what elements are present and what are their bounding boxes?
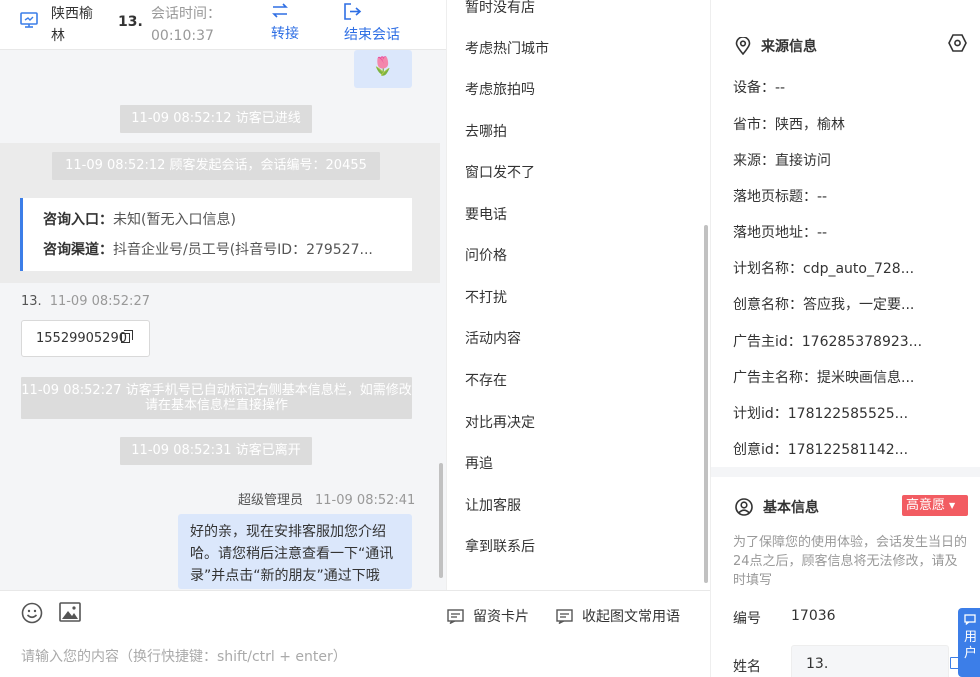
visitor-location: 陕西榆林 bbox=[51, 6, 93, 44]
end-session-label: 结束会话 bbox=[344, 27, 400, 43]
session-time: 会话时间： 00:10:37 bbox=[151, 3, 241, 47]
customer-info-panel: 来源信息 设备：-- 省市：陕西，榆林 来源：直接访问 落地页标题：-- 落地页… bbox=[710, 0, 980, 677]
name-label: 姓名 bbox=[733, 659, 761, 675]
consult-channel-row: 咨询渠道：抖音企业号/员工号(抖音号ID：279527... bbox=[43, 239, 407, 269]
chat-panel: 陕西榆林 13. 会话时间： 00:10:37 转接 结束会话 🌷 11-09 … bbox=[0, 0, 446, 677]
message-list[interactable]: 🌷 11-09 08:52:12 访客已进线 11-09 08:52:12 顾客… bbox=[0, 50, 446, 590]
chat-scrollbar[interactable] bbox=[439, 463, 443, 578]
message-input[interactable]: 请输入您的内容（换行快捷键：shift/ctrl + enter） bbox=[21, 646, 347, 666]
agent-message: 好的亲，现在安排客服加您介绍哈。请您稍后注意查看一下“通讯录”并点击“新的朋友”… bbox=[178, 514, 412, 589]
system-message: 11-09 08:52:12 顾客发起会话，会话编号：20455 bbox=[52, 152, 380, 180]
consult-entry-row: 咨询入口：未知(暂无入口信息) bbox=[43, 209, 407, 239]
id-label: 编号 bbox=[733, 611, 761, 627]
agent-message-meta: 超级管理员 11-09 08:52:41 bbox=[238, 489, 415, 508]
quick-reply-item[interactable]: 去哪拍 bbox=[465, 121, 507, 141]
image-icon[interactable] bbox=[59, 602, 81, 622]
session-time-value: 00:10:37 bbox=[151, 28, 214, 44]
source-info-title: 来源信息 bbox=[735, 36, 817, 56]
emoji-message: 🌷 bbox=[354, 50, 412, 88]
emoji-icon[interactable] bbox=[21, 602, 43, 624]
collapse-quick-replies-label: 收起图文常用语 bbox=[582, 609, 680, 625]
source-row: 落地页地址：-- bbox=[733, 225, 828, 241]
exit-icon bbox=[344, 3, 362, 20]
source-row: 广告主id：176285378923... bbox=[733, 334, 923, 350]
quick-reply-list: 暂时没有店 考虑热门城市 考虑旅拍吗 去哪拍 窗口发不了 要电话 问价格 不打扰… bbox=[446, 0, 710, 590]
edit-deadline-note: 为了保障您的使用体验，会话发生当日的24点之后，顾客信息将无法修改，请及时填写 bbox=[733, 535, 968, 588]
consult-entry-value: 未知(暂无入口信息) bbox=[113, 212, 236, 228]
quick-reply-item[interactable]: 再追 bbox=[465, 453, 493, 473]
source-row: 省市：陕西，榆林 bbox=[733, 117, 845, 133]
quick-reply-item[interactable]: 暂时没有店 bbox=[465, 0, 535, 17]
intent-level-value: 高意愿 bbox=[906, 498, 946, 513]
consult-entry-key: 咨询入口： bbox=[43, 212, 113, 228]
consult-info-card: 咨询入口：未知(暂无入口信息) 咨询渠道：抖音企业号/员工号(抖音号ID：279… bbox=[20, 198, 412, 271]
sender-name: 超级管理员 bbox=[238, 493, 304, 508]
transfer-button[interactable]: 转接 bbox=[271, 3, 299, 43]
source-row: 创意id：178122581142... bbox=[733, 442, 909, 458]
user-circle-icon bbox=[735, 498, 753, 516]
quick-reply-item[interactable]: 窗口发不了 bbox=[465, 162, 535, 182]
source-row: 来源：直接访问 bbox=[733, 153, 831, 169]
quick-reply-item[interactable]: 考虑旅拍吗 bbox=[465, 79, 535, 99]
message-card-icon bbox=[556, 608, 573, 624]
user-floating-tab[interactable]: 用户 bbox=[958, 608, 980, 677]
system-message: 11-09 08:52:31 访客已离开 bbox=[120, 437, 312, 465]
system-message: 11-09 08:52:12 访客已进线 bbox=[120, 105, 312, 133]
transfer-label: 转接 bbox=[271, 26, 299, 42]
quick-reply-item[interactable]: 活动内容 bbox=[465, 328, 521, 348]
sender-name: 13. bbox=[21, 294, 42, 309]
quick-reply-item[interactable]: 不存在 bbox=[465, 370, 507, 390]
quick-reply-item[interactable]: 要电话 bbox=[465, 204, 507, 224]
name-field[interactable]: 13. bbox=[791, 645, 949, 677]
visitor-name: 13. bbox=[118, 14, 143, 30]
settings-icon[interactable] bbox=[948, 34, 967, 52]
message-time: 11-09 08:52:41 bbox=[315, 493, 416, 508]
basic-info-title: 基本信息 bbox=[735, 497, 819, 517]
source-row: 设备：-- bbox=[733, 80, 786, 96]
source-row: 广告主名称：提米映画信息... bbox=[733, 370, 915, 386]
consult-channel-value: 抖音企业号/员工号(抖音号ID：279527... bbox=[113, 242, 373, 258]
caret-down-icon: ▼ bbox=[949, 501, 956, 510]
phone-number: 15529905290 bbox=[36, 331, 127, 346]
user-floating-label: 用户 bbox=[964, 630, 978, 661]
quick-reply-scrollbar[interactable] bbox=[704, 225, 708, 583]
location-pin-icon bbox=[735, 37, 751, 55]
intent-level-select[interactable]: 高意愿 ▼ bbox=[902, 495, 968, 516]
quick-reply-item[interactable]: 考虑热门城市 bbox=[465, 38, 549, 58]
session-time-label: 会话时间： bbox=[151, 6, 221, 22]
source-info-label: 来源信息 bbox=[761, 39, 817, 55]
chat-icon bbox=[964, 614, 976, 625]
quick-reply-item[interactable]: 问价格 bbox=[465, 245, 507, 265]
quick-reply-item[interactable]: 让加客服 bbox=[465, 495, 521, 515]
quick-reply-item[interactable]: 拿到联系后 bbox=[465, 536, 535, 556]
source-row: 计划名称：cdp_auto_728... bbox=[733, 261, 915, 277]
transfer-icon bbox=[272, 3, 288, 18]
quick-reply-item[interactable]: 不打扰 bbox=[465, 287, 507, 307]
source-row: 创意名称：答应我，一定要... bbox=[733, 297, 915, 313]
copy-icon-back bbox=[124, 330, 133, 340]
basic-info-label: 基本信息 bbox=[763, 500, 819, 516]
lead-card-button[interactable]: 留资卡片 bbox=[447, 606, 529, 626]
phone-message[interactable]: 15529905290 bbox=[21, 320, 150, 357]
monitor-icon bbox=[20, 12, 38, 28]
chat-header: 陕西榆林 13. 会话时间： 00:10:37 转接 结束会话 bbox=[0, 0, 446, 50]
message-time: 11-09 08:52:27 bbox=[49, 294, 150, 309]
lead-card-label: 留资卡片 bbox=[473, 609, 529, 625]
section-divider bbox=[711, 467, 980, 477]
visitor-message-meta: 13. 11-09 08:52:27 bbox=[21, 294, 150, 309]
message-input-area: 留资卡片 收起图文常用语 请输入您的内容（换行快捷键：shift/ctrl + … bbox=[0, 590, 710, 677]
source-row: 落地页标题：-- bbox=[733, 189, 828, 205]
id-value: 17036 bbox=[791, 608, 836, 624]
source-row: 计划id：178122585525... bbox=[733, 406, 909, 422]
system-message: 11-09 08:52:27 访客手机号已自动标记右侧基本信息栏，如需修改请在基… bbox=[21, 377, 412, 419]
collapse-quick-replies-button[interactable]: 收起图文常用语 bbox=[556, 606, 680, 626]
consult-channel-key: 咨询渠道： bbox=[43, 242, 113, 258]
end-session-button[interactable]: 结束会话 bbox=[344, 3, 400, 44]
message-card-icon bbox=[447, 608, 464, 624]
quick-reply-item[interactable]: 对比再决定 bbox=[465, 412, 535, 432]
